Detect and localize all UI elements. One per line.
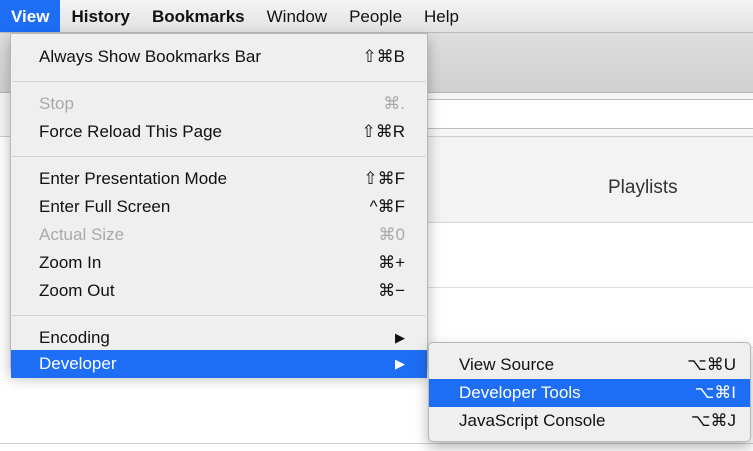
- submenu-arrow-icon: ▶: [395, 356, 405, 371]
- shortcut-label: ⌘+: [378, 253, 405, 272]
- menu-item-actual-size: Actual Size ⌘0: [11, 221, 427, 249]
- menu-item-javascript-console[interactable]: JavaScript Console ⌥⌘J: [429, 407, 750, 435]
- shortcut-label: ⇧⌘F: [363, 169, 405, 188]
- menu-item-developer-tools[interactable]: Developer Tools ⌥⌘I: [429, 379, 750, 407]
- view-menu: Always Show Bookmarks Bar ⇧⌘B Stop ⌘. Fo…: [10, 33, 428, 378]
- menu-item-label: Actual Size: [39, 225, 125, 244]
- shortcut-label: ^⌘F: [369, 197, 405, 216]
- menu-item-label: Zoom Out: [39, 281, 115, 300]
- menu-item-zoom-out[interactable]: Zoom Out ⌘−: [11, 277, 427, 305]
- menu-item-developer[interactable]: Developer ▶: [11, 350, 427, 378]
- menu-item-label: Enter Presentation Mode: [39, 169, 228, 188]
- menu-item-force-reload[interactable]: Force Reload This Page ⇧⌘R: [11, 118, 427, 146]
- menu-item-label: View Source: [459, 355, 555, 374]
- developer-submenu: View Source ⌥⌘U Developer Tools ⌥⌘I Java…: [428, 342, 751, 442]
- menu-help[interactable]: Help: [413, 0, 470, 32]
- shortcut-label: ⌥⌘J: [690, 411, 736, 430]
- menu-separator: [12, 156, 426, 157]
- shortcut-label: ⇧⌘R: [361, 122, 405, 141]
- shortcut-label: ⌘0: [378, 225, 405, 244]
- menu-item-stop: Stop ⌘.: [11, 90, 427, 118]
- menu-bar: View History Bookmarks Window People Hel…: [0, 0, 753, 33]
- menu-item-label: Developer Tools: [459, 383, 581, 402]
- menu-window[interactable]: Window: [256, 0, 338, 32]
- shortcut-label: ⌘−: [378, 281, 405, 300]
- menu-item-enter-presentation-mode[interactable]: Enter Presentation Mode ⇧⌘F: [11, 165, 427, 193]
- menu-history[interactable]: History: [60, 0, 141, 32]
- menu-item-label: Force Reload This Page: [39, 122, 223, 141]
- menu-separator: [12, 81, 426, 82]
- page-divider: [0, 443, 753, 444]
- shortcut-label: ⌘.: [383, 94, 405, 113]
- menu-item-enter-full-screen[interactable]: Enter Full Screen ^⌘F: [11, 193, 427, 221]
- menu-item-view-source[interactable]: View Source ⌥⌘U: [429, 351, 750, 379]
- submenu-arrow-icon: ▶: [395, 330, 405, 345]
- address-bar[interactable]: [380, 99, 753, 129]
- shortcut-label: ⇧⌘B: [362, 47, 405, 66]
- menu-item-label: Developer: [39, 354, 117, 373]
- pane-divider: [420, 287, 753, 288]
- shortcut-label: ⌥⌘U: [687, 355, 736, 374]
- menu-item-label: Enter Full Screen: [39, 197, 171, 216]
- menu-item-label: Encoding: [39, 328, 110, 347]
- menu-item-zoom-in[interactable]: Zoom In ⌘+: [11, 249, 427, 277]
- menu-item-encoding[interactable]: Encoding ▶: [11, 324, 427, 352]
- menu-view[interactable]: View: [0, 0, 61, 32]
- menu-item-label: Stop: [39, 94, 74, 113]
- menu-item-always-show-bookmarks-bar[interactable]: Always Show Bookmarks Bar ⇧⌘B: [11, 43, 427, 71]
- menu-item-label: Always Show Bookmarks Bar: [39, 47, 262, 66]
- menu-item-label: Zoom In: [39, 253, 102, 272]
- menu-separator: [12, 315, 426, 316]
- menu-people[interactable]: People: [338, 0, 413, 32]
- playlists-title: Playlists: [608, 177, 678, 198]
- shortcut-label: ⌥⌘I: [694, 383, 736, 402]
- menu-item-label: JavaScript Console: [459, 411, 606, 430]
- menu-bookmarks[interactable]: Bookmarks: [141, 0, 256, 32]
- playlists-header: Playlists: [420, 137, 753, 223]
